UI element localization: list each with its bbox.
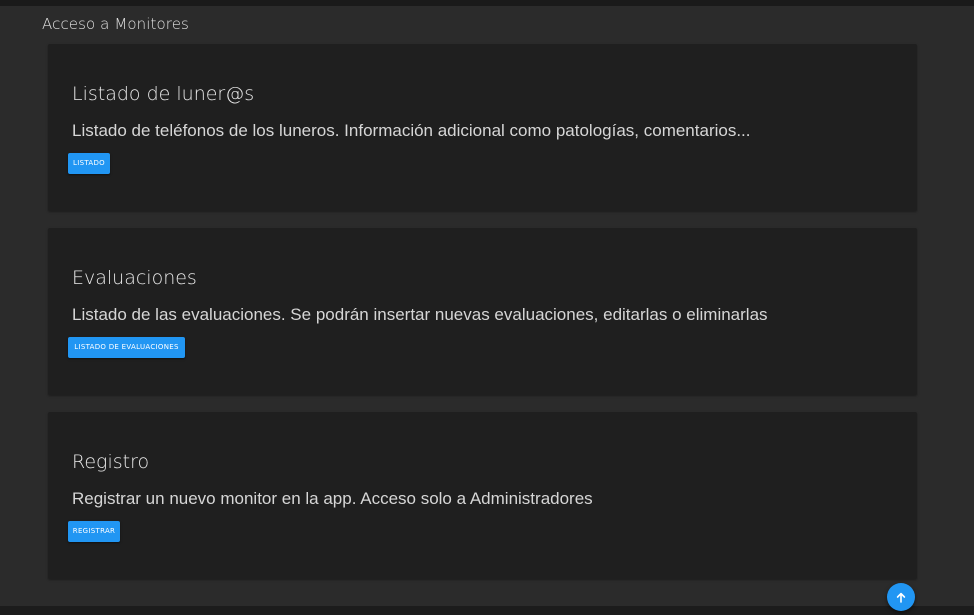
page-title: Acceso a Monitores [42,15,189,33]
registrar-button[interactable]: REGISTRAR [68,521,120,542]
card-title: Listado de luner@s [72,83,255,105]
card-evaluaciones: Evaluaciones Listado de las evaluaciones… [48,228,917,395]
card-title: Evaluaciones [72,267,197,289]
arrow-up-icon [896,592,906,603]
card-description: Listado de las evaluaciones. Se podrán i… [72,305,768,324]
card-luneros: Listado de luner@s Listado de teléfonos … [48,44,917,211]
card-description: Listado de teléfonos de los luneros. Inf… [72,121,751,140]
footer-bar [0,606,974,615]
listado-evaluaciones-button[interactable]: LISTADO DE EVALUACIONES [68,337,185,358]
main-content: Acceso a Monitores Listado de luner@s Li… [0,6,974,606]
listado-button[interactable]: LISTADO [68,153,110,174]
card-registro: Registro Registrar un nuevo monitor en l… [48,412,917,579]
card-title: Registro [72,451,150,473]
scroll-to-top-button[interactable] [887,583,915,611]
card-description: Registrar un nuevo monitor en la app. Ac… [72,489,593,508]
